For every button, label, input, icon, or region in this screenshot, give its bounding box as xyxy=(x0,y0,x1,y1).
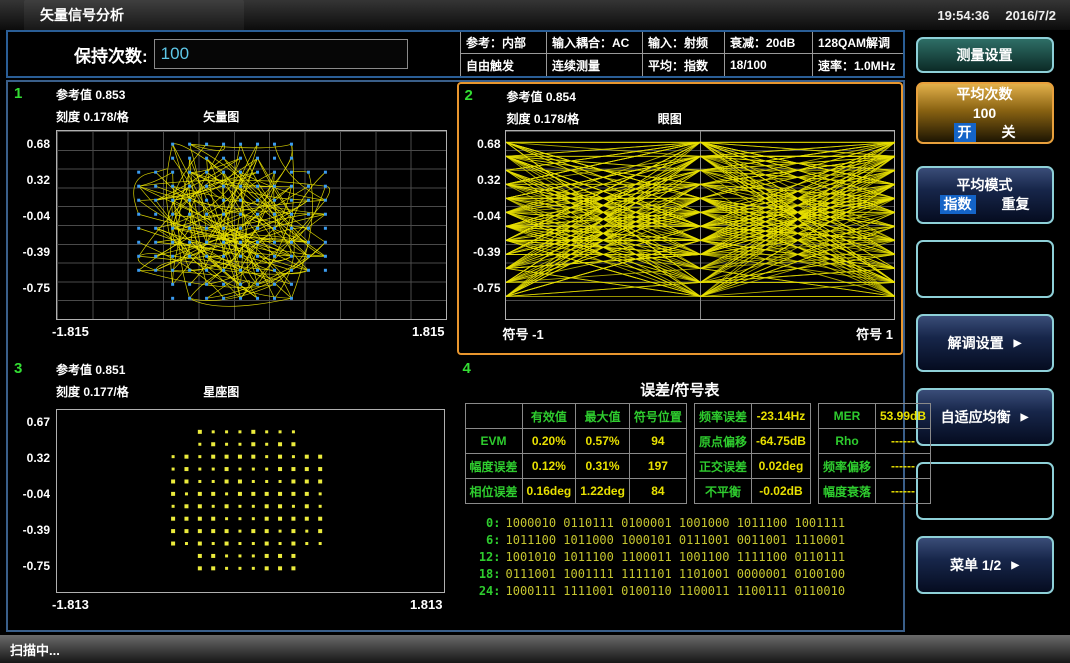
submenu-arrow-icon: ▶ xyxy=(1014,334,1022,353)
y-tick: -0.04 xyxy=(10,487,50,501)
x-tick-max: 1.815 xyxy=(412,324,445,339)
panel-eye-diagram[interactable]: 2 参考值 0.854 刻度 0.178/格 眼图 0.68 0.32 -0.0… xyxy=(457,82,904,355)
error-table-right: MER53.99dB Rho------ 频率偏移------ 幅度衰落----… xyxy=(818,403,931,504)
panel-number: 2 xyxy=(465,87,473,104)
y-tick: -0.39 xyxy=(461,245,501,259)
panel-error-table[interactable]: 4 误差/符号表 有效值 最大值 符号位置 EVM0.20%0.57%94 幅度… xyxy=(457,357,904,630)
title-bar: 矢量信号分析 19:54:36 2016/7/2 xyxy=(0,0,1070,30)
adaptive-equalizer-button[interactable]: 自适应均衡 ▶ xyxy=(916,388,1054,446)
average-count-button[interactable]: 平均次数 100 开 关 xyxy=(916,82,1054,144)
x-label-symbol-min: 符号 -1 xyxy=(503,324,544,343)
measure-settings-button[interactable]: 测量设置 xyxy=(916,37,1054,73)
symbol-row: 18:0111001 1001111 1111101 1101001 00000… xyxy=(471,566,898,583)
status-trigger: 自由触发 xyxy=(461,54,547,76)
y-tick: 0.67 xyxy=(10,415,50,429)
error-table-mid: 频率误差-23.14Hz 原点偏移-64.75dB 正交误差0.02deg 不平… xyxy=(694,403,811,504)
x-tick-max: 1.813 xyxy=(410,597,443,612)
panel-number: 4 xyxy=(463,360,471,377)
y-tick: -0.04 xyxy=(10,209,50,223)
status-modulation: 128QAM解调 xyxy=(813,32,903,54)
avg-on-toggle[interactable]: 开 xyxy=(954,123,976,142)
scan-status-text: 扫描中... xyxy=(10,640,60,659)
panel-title: 眼图 xyxy=(507,110,834,127)
panel-title: 星座图 xyxy=(56,383,387,400)
symbol-row: 24:1000111 1111001 0100110 1100011 11001… xyxy=(471,583,898,600)
error-table: 有效值 最大值 符号位置 EVM0.20%0.57%94 幅度误差0.12%0.… xyxy=(465,403,898,504)
error-table-main: 有效值 最大值 符号位置 EVM0.20%0.57%94 幅度误差0.12%0.… xyxy=(465,403,687,504)
status-bar: 扫描中... xyxy=(0,634,1070,663)
demod-settings-button[interactable]: 解调设置 ▶ xyxy=(916,314,1054,372)
y-tick: 0.68 xyxy=(10,137,50,151)
y-tick: -0.04 xyxy=(461,209,501,223)
status-average: 平均：指数 xyxy=(643,54,725,76)
reference-value: 参考值 0.853 xyxy=(56,86,447,103)
page-title: 矢量信号分析 xyxy=(24,0,244,31)
softkey-sidebar: 测量设置 平均次数 100 开 关 平均模式 指数 重复 解调设置 ▶ 自适应均… xyxy=(905,30,1064,632)
panel-title: 矢量图 xyxy=(56,108,387,125)
constellation-plot xyxy=(56,409,445,593)
y-tick: -0.75 xyxy=(461,281,501,295)
symbol-row: 0:1000010 0110111 0100001 1001000 101110… xyxy=(471,515,898,532)
status-average-count: 18/100 xyxy=(725,54,813,76)
status-coupling: 输入耦合：AC xyxy=(547,32,643,54)
menu-page-button[interactable]: 菜单 1/2 ▶ xyxy=(916,536,1054,594)
date-display: 2016/7/2 xyxy=(1005,8,1056,23)
symbol-row: 6:1011100 1011000 1000101 0111001 001100… xyxy=(471,532,898,549)
y-tick: -0.39 xyxy=(10,245,50,259)
y-tick: 0.32 xyxy=(10,173,50,187)
panel-constellation[interactable]: 3 参考值 0.851 刻度 0.177/格 星座图 0.67 0.32 -0.… xyxy=(8,357,455,630)
clock: 19:54:36 2016/7/2 xyxy=(937,8,1060,23)
reference-value: 参考值 0.851 xyxy=(56,361,447,378)
status-table: 参考：内部 输入耦合：AC 输入：射频 衰减：20dB 128QAM解调 自由触… xyxy=(460,32,903,76)
x-label-symbol-max: 符号 1 xyxy=(856,324,893,343)
y-tick: -0.75 xyxy=(10,559,50,573)
hold-count-label: 保持次数: xyxy=(74,42,148,67)
status-symbol-rate: 速率：1.0MHz xyxy=(813,54,903,76)
y-tick: -0.75 xyxy=(10,281,50,295)
main-grid: 1 参考值 0.853 刻度 0.178/格 矢量图 0.68 0.32 -0.… xyxy=(6,80,905,632)
y-tick: 0.32 xyxy=(461,173,501,187)
avg-mode-exp-toggle[interactable]: 指数 xyxy=(940,195,976,214)
eye-plot xyxy=(505,130,896,320)
error-table-title: 误差/符号表 xyxy=(457,379,904,400)
average-mode-button[interactable]: 平均模式 指数 重复 xyxy=(916,166,1054,224)
status-input: 输入：射频 xyxy=(643,32,725,54)
time-display: 19:54:36 xyxy=(937,8,989,23)
symbol-bit-list: 0:1000010 0110111 0100001 1001000 101110… xyxy=(471,515,898,600)
y-tick: 0.68 xyxy=(461,137,501,151)
y-tick: -0.39 xyxy=(10,523,50,537)
status-attenuation: 衰减：20dB xyxy=(725,32,813,54)
submenu-arrow-icon: ▶ xyxy=(1021,408,1029,427)
x-tick-min: -1.815 xyxy=(52,324,89,339)
panel-number: 1 xyxy=(14,85,22,102)
y-tick: 0.32 xyxy=(10,451,50,465)
hold-count-input[interactable] xyxy=(154,39,408,69)
panel-vector-diagram[interactable]: 1 参考值 0.853 刻度 0.178/格 矢量图 0.68 0.32 -0.… xyxy=(8,82,455,355)
symbol-row: 12:1001010 1011100 1100011 1001100 11111… xyxy=(471,549,898,566)
top-strip: 保持次数: 参考：内部 输入耦合：AC 输入：射频 衰减：20dB 128QAM… xyxy=(6,30,905,78)
status-reference: 参考：内部 xyxy=(461,32,547,54)
softkey-blank-1[interactable] xyxy=(916,240,1054,298)
submenu-arrow-icon: ▶ xyxy=(1011,556,1019,575)
status-measure-mode: 连续测量 xyxy=(547,54,643,76)
softkey-blank-2[interactable] xyxy=(916,462,1054,520)
reference-value: 参考值 0.854 xyxy=(507,88,894,105)
x-tick-min: -1.813 xyxy=(52,597,89,612)
vector-plot xyxy=(56,130,447,320)
avg-off-toggle[interactable]: 关 xyxy=(1002,123,1016,142)
panel-number: 3 xyxy=(14,360,22,377)
avg-mode-repeat-toggle[interactable]: 重复 xyxy=(1002,195,1030,214)
